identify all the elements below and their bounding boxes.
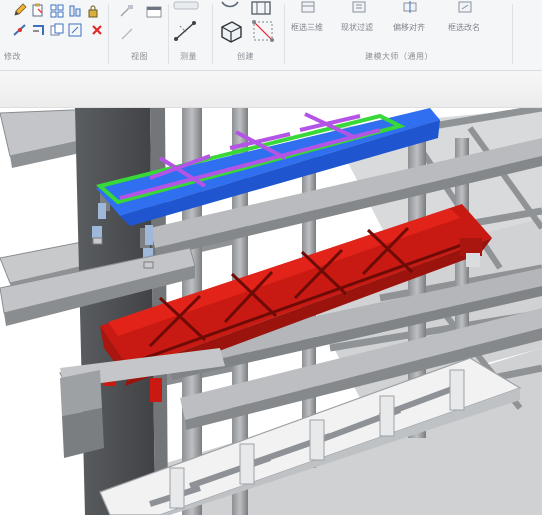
3d-viewport[interactable] xyxy=(0,108,542,515)
frame-icon[interactable] xyxy=(248,0,274,16)
delete-icon[interactable] xyxy=(90,23,104,37)
dimension-icon[interactable] xyxy=(172,18,198,42)
paste-icon[interactable] xyxy=(30,2,46,18)
copy-icon[interactable] xyxy=(50,23,64,37)
panel-label-modify: 修改 xyxy=(4,52,21,61)
panel-separator xyxy=(212,4,213,64)
trim-icon[interactable] xyxy=(30,22,46,38)
building-model[interactable] xyxy=(0,108,542,515)
filter-3d-icon[interactable] xyxy=(300,0,316,14)
visibility-icon[interactable] xyxy=(120,27,134,41)
ribbon-toolbar: 框选三维 现状过滤 偏移对齐 框选改名 修改 视图 测量 创建 建模大师（通用） xyxy=(0,0,542,71)
array-icon[interactable] xyxy=(50,4,64,18)
panel-separator xyxy=(512,4,513,64)
component-icon[interactable] xyxy=(218,0,242,14)
rename-icon[interactable] xyxy=(457,0,473,14)
hide-icon[interactable] xyxy=(118,3,134,19)
quick-filter-icon[interactable] xyxy=(351,0,367,14)
box-icon[interactable] xyxy=(218,18,244,44)
ribbon-shadow-band xyxy=(0,71,542,108)
panel-label-measure: 测量 xyxy=(180,52,197,61)
window-icon[interactable] xyxy=(146,6,162,18)
lock-icon[interactable] xyxy=(86,4,100,18)
split-icon[interactable] xyxy=(12,22,28,38)
panel-label-view: 视图 xyxy=(131,52,148,61)
panel-separator xyxy=(108,4,109,64)
panel-label-model-master: 建模大师（通用） xyxy=(365,52,433,61)
measure-bar-icon[interactable] xyxy=(172,0,200,12)
pencil-icon[interactable] xyxy=(12,2,28,18)
panel-label-create: 创建 xyxy=(237,52,254,61)
quick-filter-label[interactable]: 现状过滤 xyxy=(341,22,373,33)
scale-icon[interactable] xyxy=(68,23,82,37)
section-box-icon[interactable] xyxy=(250,18,276,44)
rename-label[interactable]: 框选改名 xyxy=(448,22,480,33)
ribbon-panels: 框选三维 现状过滤 偏移对齐 框选改名 xyxy=(0,0,542,64)
bias-align-icon[interactable] xyxy=(402,0,418,14)
align-icon[interactable] xyxy=(68,4,82,18)
panel-separator xyxy=(284,4,285,64)
panel-separator xyxy=(168,4,169,64)
filter-3d-label[interactable]: 框选三维 xyxy=(291,22,323,33)
bias-align-label[interactable]: 偏移对齐 xyxy=(393,22,425,33)
